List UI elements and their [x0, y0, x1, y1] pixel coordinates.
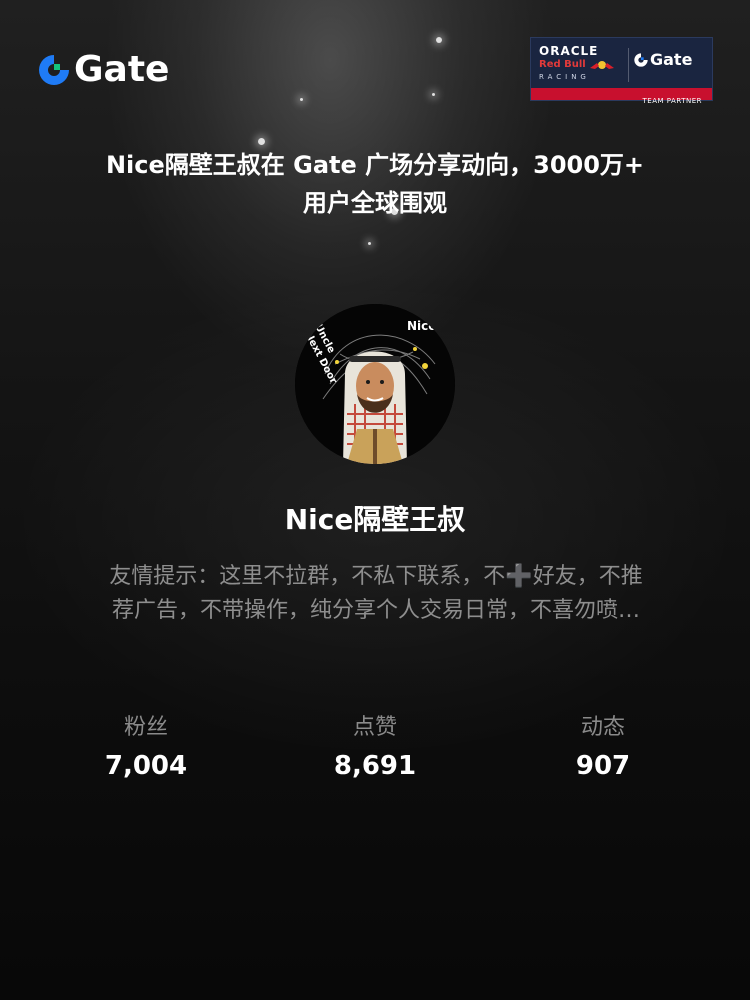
- stat-label: 点赞: [352, 715, 397, 740]
- racing-wordmark: RACING: [539, 73, 590, 81]
- bio-line-2: 荐广告，不带操作，纯分享个人交易日常，不喜勿喷…: [111, 598, 640, 623]
- bull-icon: [589, 61, 614, 69]
- oracle-wordmark: ORACLE: [539, 44, 599, 58]
- sparkle-decoration: [432, 93, 435, 96]
- redbull-wordmark: Red Bull: [539, 59, 586, 70]
- sparkle-decoration: [300, 98, 303, 101]
- stat-label: 粉丝: [123, 715, 168, 740]
- oracle-redbull-racing-logo: ORACLE Red Bull RACING: [539, 44, 627, 82]
- stat-posts[interactable]: 动态 907: [523, 712, 683, 786]
- stat-followers[interactable]: 粉丝 7,004: [66, 712, 226, 786]
- sparkle-decoration: [258, 138, 265, 145]
- partner-gate-logo: Gate: [633, 51, 692, 69]
- avatar-text-right: Nice: [407, 319, 436, 333]
- redbull-wordmark-row: Red Bull: [539, 59, 627, 71]
- stat-value: 907: [575, 751, 631, 781]
- stat-value: 7,004: [104, 751, 188, 781]
- gate-logo-icon: [39, 55, 69, 85]
- sparkle-decoration: [436, 37, 442, 43]
- gate-logo-icon: [634, 53, 648, 67]
- stat-likes[interactable]: 点赞 8,691: [295, 712, 455, 786]
- page-headline: Nice隔壁王叔在 Gate 广场分享动向，3000万+ 用户全球围观: [60, 146, 690, 222]
- headline-line-2: 用户全球围观: [303, 189, 447, 217]
- partner-gate-text: Gate: [650, 50, 693, 69]
- profile-stats: 粉丝 7,004 点赞 8,691 动态 907: [0, 712, 750, 802]
- gate-logo-text: Gate: [74, 49, 170, 90]
- partner-divider: [628, 48, 629, 82]
- sparkle-decoration: [368, 242, 371, 245]
- headline-line-1: Nice隔壁王叔在 Gate 广场分享动向，3000万+: [105, 151, 645, 179]
- team-partner-label: TEAM PARTNER: [642, 97, 702, 105]
- avatar-illustration: Nice Uncle Next Door: [295, 304, 455, 464]
- bio-line-1: 友情提示：这里不拉群，不私下联系，不➕好友，不推: [109, 564, 643, 589]
- share-card: Gate ORACLE Red Bull RACING Gate TEAM PA…: [0, 0, 750, 1000]
- avatar[interactable]: Nice Uncle Next Door: [295, 304, 455, 464]
- stat-label: 动态: [580, 715, 625, 740]
- profile-username[interactable]: Nice隔壁王叔: [0, 500, 750, 540]
- stat-value: 8,691: [333, 751, 417, 781]
- gate-logo[interactable]: Gate: [36, 50, 169, 90]
- team-partner-badge: ORACLE Red Bull RACING Gate TEAM PARTNER: [530, 37, 713, 105]
- profile-bio: 友情提示：这里不拉群，不私下联系，不➕好友，不推 荐广告，不带操作，纯分享个人交…: [66, 560, 686, 628]
- team-partner-strip: TEAM PARTNER: [531, 88, 712, 105]
